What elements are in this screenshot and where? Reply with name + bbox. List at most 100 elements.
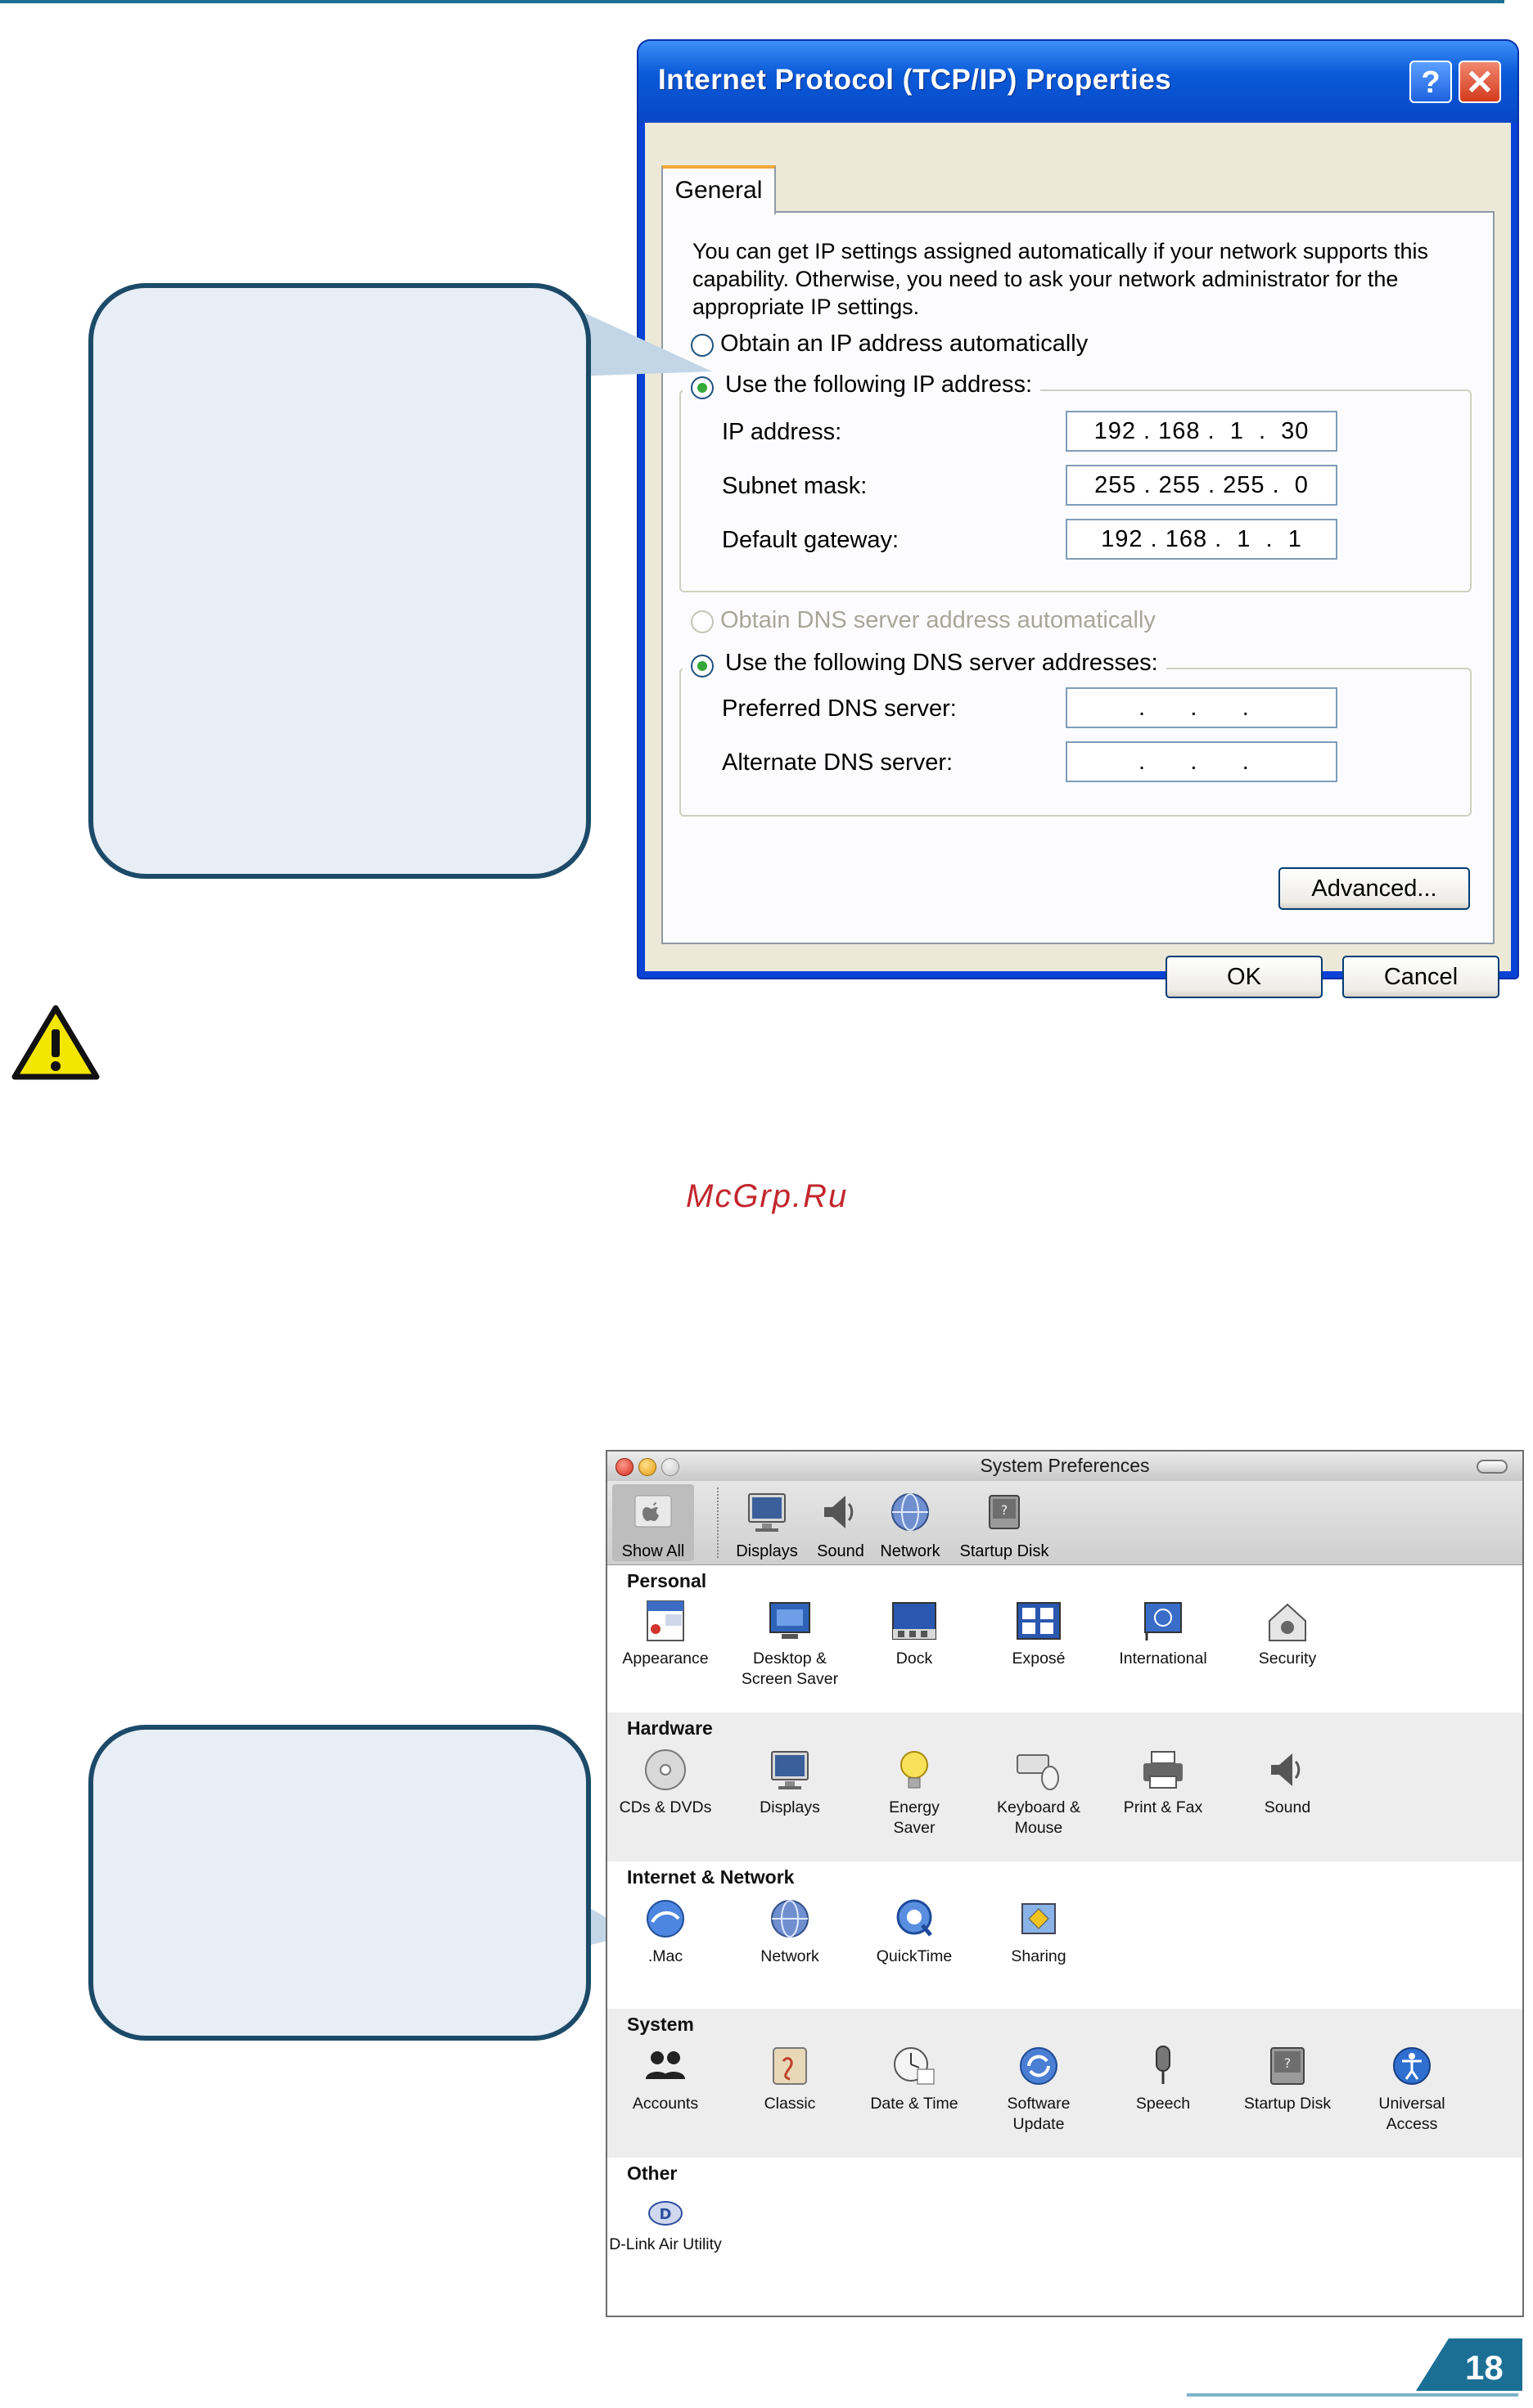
update-icon [1020, 2047, 1057, 2085]
flag-icon [1144, 1602, 1182, 1641]
callout-pointer-1 [573, 308, 712, 376]
toolbar-displays[interactable]: Displays [730, 1489, 804, 1561]
toolbar-label: Network [880, 1542, 940, 1560]
dock-icon [892, 1602, 936, 1640]
pref-dock[interactable]: Dock [853, 1598, 976, 1669]
pref-label: Sharing [1011, 1947, 1066, 1965]
auto-dns-label: Obtain DNS server address automatically [720, 607, 1156, 633]
section-system: System Accounts Classic Date & Time Soft… [607, 2009, 1522, 2158]
pref-sound[interactable]: Sound [1226, 1747, 1349, 1818]
pref-label: Accounts [632, 2095, 699, 2113]
disk-icon: ? [989, 1495, 1020, 1529]
pref-sharing[interactable]: Sharing [977, 1896, 1100, 1967]
intro-text: You can get IP settings assigned automat… [692, 239, 1429, 319]
pref-speech[interactable]: Speech [1102, 2043, 1224, 2114]
callout-box-2 [88, 1725, 591, 2041]
desktop-icon [769, 1602, 810, 1639]
toolbar-startup-disk[interactable]: ? Startup Disk [951, 1489, 1057, 1561]
pref-label: Appearance [622, 1650, 709, 1668]
pref-classic[interactable]: Classic [728, 2043, 851, 2114]
ok-button[interactable]: OK [1166, 956, 1323, 998]
pref-label: .Mac [647, 1947, 683, 1965]
speaker-icon [1271, 1753, 1301, 1786]
toolbar-label: Show All [621, 1542, 685, 1560]
svg-text:?: ? [1001, 1502, 1008, 1518]
bulb-icon [900, 1751, 928, 1789]
pref-network[interactable]: Network [728, 1896, 851, 1967]
manual-ip-label: Use the following IP address: [725, 371, 1033, 398]
subnet-mask-label: Subnet mask: [722, 473, 868, 499]
close-button[interactable]: ✕ [1459, 61, 1501, 103]
pref-desktop-screen-saver[interactable]: Desktop & Screen Saver [728, 1598, 851, 1690]
pref-software-update[interactable]: Software Update [977, 2043, 1100, 2135]
people-icon [646, 2051, 685, 2079]
toolbar-sound[interactable]: Sound [812, 1489, 869, 1561]
pref-universal-access[interactable]: Universal Access [1350, 2043, 1473, 2135]
pref-label: Displays [760, 1798, 820, 1816]
help-button[interactable]: ? [1409, 61, 1452, 103]
subnet-mask-field[interactable]: 255 . 255 . 255 . 0 [1066, 465, 1337, 506]
pref-cds-dvds[interactable]: CDs & DVDs [604, 1747, 727, 1818]
tab-general[interactable]: General [661, 165, 776, 214]
section-title: System [627, 2014, 694, 2035]
apple-icon [634, 1495, 672, 1528]
pref-date-time[interactable]: Date & Time [853, 2043, 976, 2114]
pref-dotmac[interactable]: .Mac [604, 1896, 727, 1967]
toolbar-toggle-icon[interactable] [1477, 1460, 1508, 1474]
auto-dns-radio[interactable] [691, 610, 714, 633]
pref-displays[interactable]: Displays [728, 1747, 851, 1818]
default-gateway-field[interactable]: 192 . 168 . 1 . 1 [1066, 519, 1337, 560]
globe-icon [771, 1900, 809, 1938]
keyboard-icon [1017, 1754, 1059, 1790]
mac-toolbar: Show All Displays Sound Network ? Startu… [607, 1481, 1522, 1565]
appearance-icon [647, 1600, 684, 1641]
advanced-button[interactable]: Advanced... [1278, 867, 1470, 910]
printer-icon [1143, 1751, 1183, 1789]
pref-label: Sound [1264, 1798, 1311, 1816]
pref-label: CDs & DVDs [619, 1798, 712, 1816]
ip-address-field[interactable]: 192 . 168 . 1 . 30 [1066, 411, 1337, 452]
ip-group-legend: Use the following IP address: [683, 371, 1041, 401]
section-title: Hardware [627, 1717, 713, 1739]
preferred-dns-field[interactable]: . . . [1066, 687, 1337, 728]
cd-icon [645, 1749, 686, 1790]
house-icon [1269, 1603, 1306, 1641]
pref-label: Startup Disk [1243, 2095, 1332, 2113]
page-number: 18 [1465, 2348, 1504, 2387]
svg-text:D: D [660, 2206, 672, 2223]
pref-label: Software Update [1007, 2095, 1071, 2133]
clock-icon [894, 2047, 935, 2085]
pref-energy-saver[interactable]: Energy Saver [853, 1747, 976, 1839]
accessibility-icon [1393, 2047, 1431, 2085]
pref-expose[interactable]: Exposé [977, 1598, 1100, 1669]
pref-print-fax[interactable]: Print & Fax [1102, 1747, 1224, 1818]
pref-security[interactable]: Security [1226, 1598, 1349, 1669]
pref-keyboard-mouse[interactable]: Keyboard & Mouse [977, 1747, 1100, 1839]
alternate-dns-field[interactable]: . . . [1066, 741, 1337, 782]
toolbar-show-all[interactable]: Show All [612, 1489, 694, 1561]
pref-startup-disk[interactable]: ? Startup Disk [1226, 2043, 1349, 2114]
toolbar-network[interactable]: Network [873, 1489, 947, 1561]
disk-icon: ? [1270, 2047, 1305, 2085]
pref-appearance[interactable]: Appearance [604, 1598, 727, 1669]
quicktime-icon [896, 1899, 932, 1937]
section-other: Other D D-Link Air Utility [607, 2158, 1522, 2313]
bottom-rule [1187, 2393, 1518, 2397]
svg-text:?: ? [1284, 2055, 1292, 2071]
top-rule [0, 0, 1504, 3]
pref-label: Date & Time [870, 2095, 958, 2113]
cancel-button[interactable]: Cancel [1342, 956, 1499, 998]
pref-quicktime[interactable]: QuickTime [853, 1896, 976, 1967]
manual-dns-radio[interactable] [691, 655, 714, 677]
section-title: Other [627, 2163, 678, 2184]
pref-dlink-air-utility[interactable]: D D-Link Air Utility [596, 2197, 735, 2255]
section-title: Internet & Network [627, 1866, 795, 1888]
auto-ip-label: Obtain an IP address automatically [720, 331, 1089, 357]
mac-titlebar[interactable]: System Preferences [607, 1452, 1522, 1482]
dns-group-legend: Use the following DNS server addresses: [683, 650, 1166, 679]
pref-international[interactable]: International [1102, 1598, 1224, 1669]
dialog-titlebar[interactable]: Internet Protocol (TCP/IP) Properties ? … [638, 41, 1517, 123]
pref-accounts[interactable]: Accounts [604, 2043, 727, 2114]
pref-label: Desktop & Screen Saver [741, 1650, 839, 1688]
pref-label: Security [1258, 1650, 1317, 1668]
